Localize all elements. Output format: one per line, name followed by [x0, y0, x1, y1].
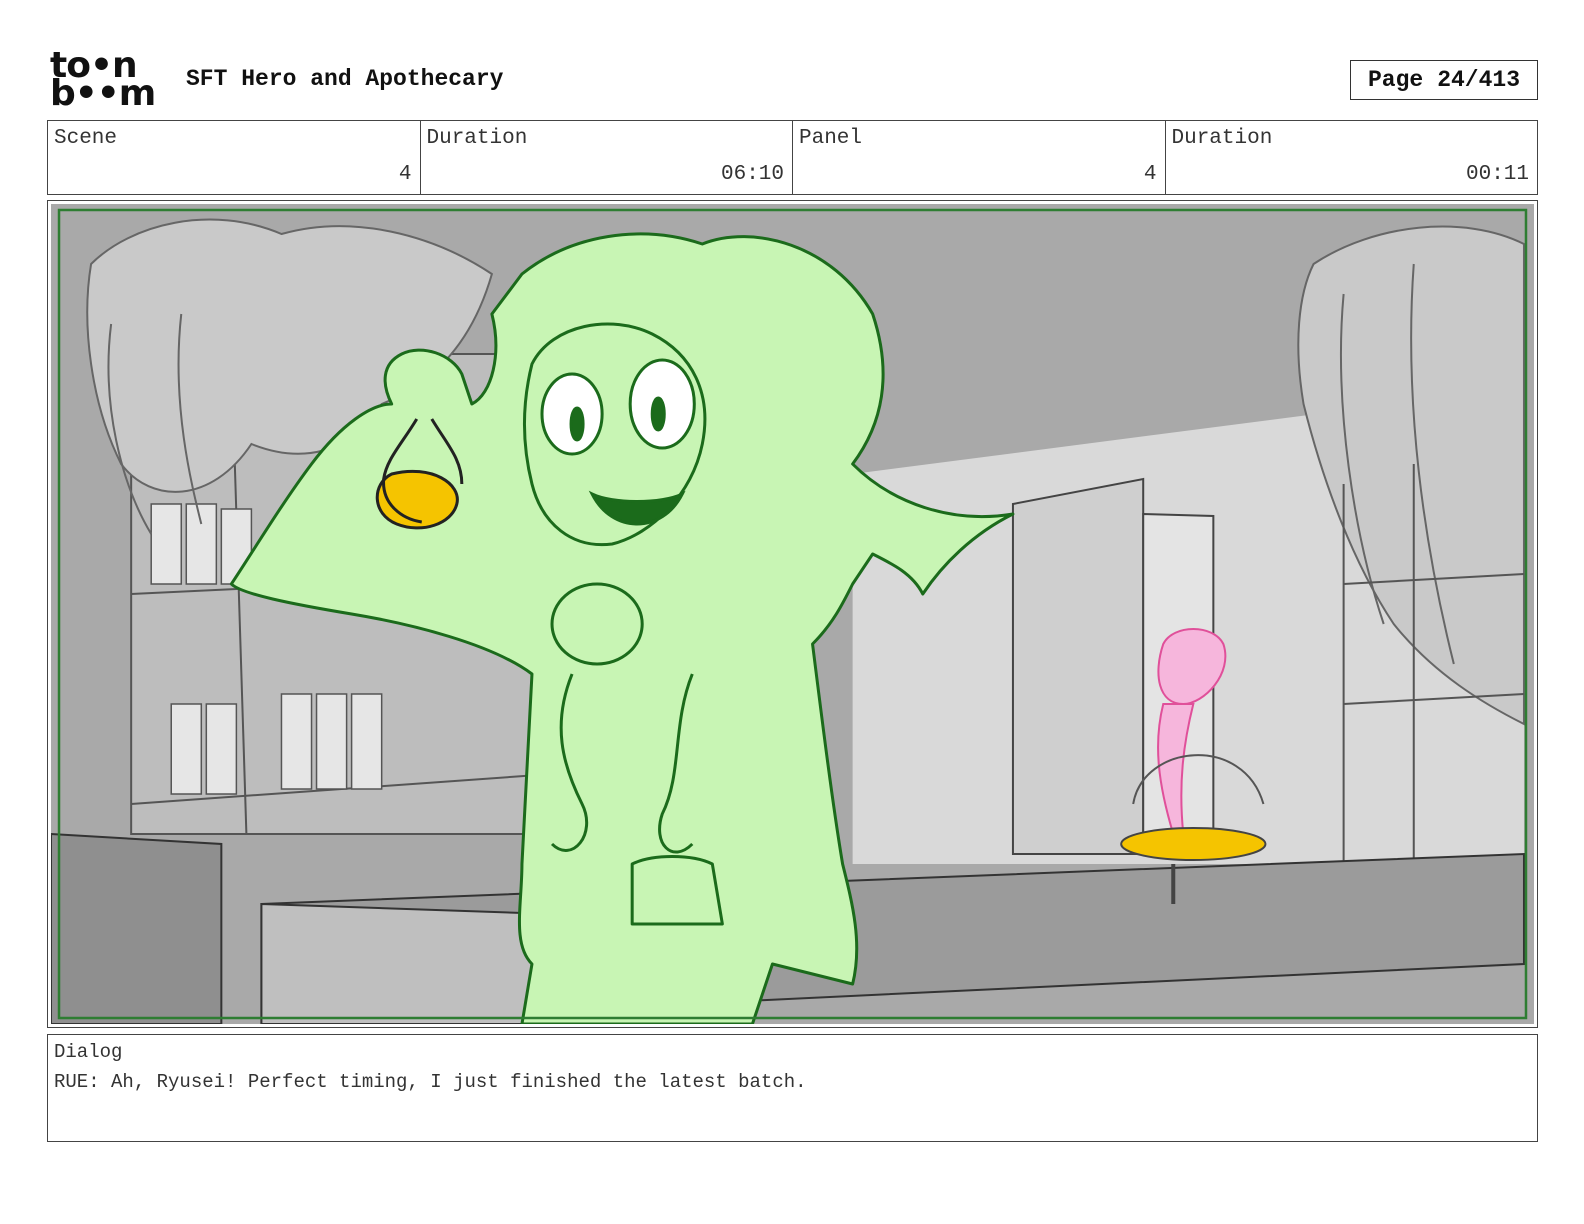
panel-drawing: [51, 204, 1534, 1024]
scene-value: 4: [398, 163, 412, 186]
panel-duration-cell: Duration 00:11: [1166, 121, 1538, 194]
scene-duration-label: Duration: [426, 127, 528, 150]
dialog-text: RUE: Ah, Ryusei! Perfect timing, I just …: [54, 1071, 807, 1093]
storyboard-panel: [47, 200, 1538, 1028]
scene-label: Scene: [54, 127, 118, 150]
scene-cell: Scene 4: [48, 121, 421, 194]
page-indicator: Page 24/413: [1350, 60, 1538, 100]
scene-info-bar: Scene 4 Duration 06:10 Panel 4 Duration …: [47, 120, 1538, 195]
doorway: [1011, 477, 1145, 855]
panel-duration-label: Duration: [1171, 127, 1273, 150]
front-counter-side: [260, 902, 554, 1024]
logo-line-2: b••m: [50, 73, 156, 114]
panel-label: Panel: [799, 127, 863, 150]
scene-duration-cell: Duration 06:10: [421, 121, 793, 194]
left-counter: [51, 832, 223, 1024]
toon-boom-logo: to•n b••m: [50, 48, 166, 114]
project-title: SFT Hero and Apothecary: [186, 66, 504, 92]
page-label: Page: [1367, 67, 1424, 93]
panel-cell: Panel 4: [793, 121, 1166, 194]
dialog-label: Dialog: [54, 1041, 123, 1063]
panel-value: 4: [1143, 163, 1157, 186]
scene-duration-value: 06:10: [720, 163, 784, 186]
page-value: 24/413: [1437, 67, 1521, 93]
panel-duration-value: 00:11: [1465, 163, 1529, 186]
dialog-box: Dialog RUE: Ah, Ryusei! Perfect timing, …: [47, 1034, 1538, 1142]
